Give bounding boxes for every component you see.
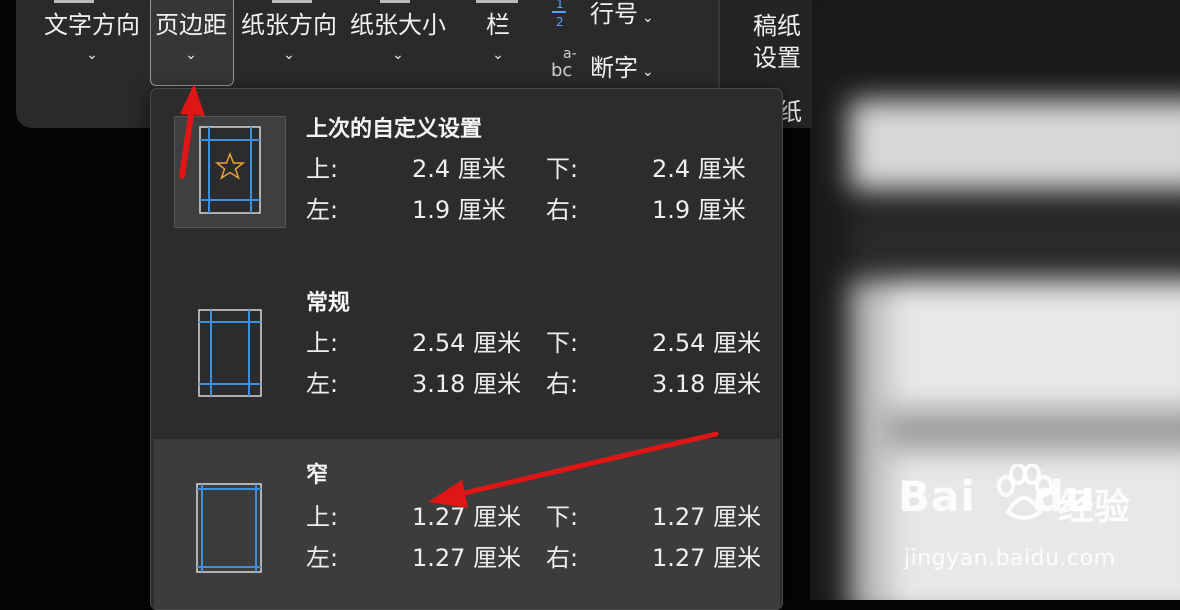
ribbon-icon-fragment [54,0,94,3]
right-label: 右: [546,196,579,224]
svg-text:bc: bc [551,60,572,80]
left-value: 1.9 厘米 [412,196,506,224]
line-numbers-icon: 1 2 [552,0,580,34]
margin-option-last-custom[interactable]: 上次的自定义设置 上: 2.4 厘米 下: 2.4 厘米 左: 1.9 厘米 右… [154,89,780,259]
paw-icon [997,464,1053,520]
page-margin-icon [199,126,261,214]
left-value: 1.27 厘米 [412,544,522,572]
margins-label: 页边距 [155,11,227,39]
hyphenation-label: 断字 [590,54,638,82]
left-label: 左: [306,196,339,224]
margins-button[interactable]: 页边距 ⌄ [152,10,230,64]
chevron-down-icon: ⌄ [642,64,654,80]
last-custom-thumbnail [174,116,286,228]
bottom-value: 2.4 厘米 [652,155,746,183]
top-value: 1.27 厘米 [412,503,522,531]
top-label: 上: [306,503,339,531]
chevron-down-icon: ⌄ [283,47,295,63]
right-value: 3.18 厘米 [652,370,762,398]
draft-paper-label-line2: 设置 [753,44,801,72]
top-label: 上: [306,155,339,183]
left-label: 左: [306,544,339,572]
margins-dropdown-menu: 上次的自定义设置 上: 2.4 厘米 下: 2.4 厘米 左: 1.9 厘米 右… [150,88,783,610]
paper-size-button[interactable]: 纸张大小 ⌄ [349,10,447,64]
left-value: 3.18 厘米 [412,370,522,398]
top-value: 2.4 厘米 [412,155,506,183]
top-value: 2.54 厘米 [412,329,522,357]
ribbon-icon-fragment [380,0,410,3]
margin-option-narrow[interactable]: 窄 上: 1.27 厘米 下: 1.27 厘米 左: 1.27 厘米 右: 1.… [154,439,780,609]
bottom-label: 下: [546,155,579,183]
chevron-down-icon: ⌄ [642,10,654,26]
ribbon-icon-fragment [272,0,312,3]
option-title: 常规 [306,291,351,316]
chevron-down-icon: ⌄ [492,47,504,63]
chevron-down-icon: ⌄ [86,47,98,63]
columns-button[interactable]: 栏 ⌄ [478,10,518,64]
text-direction-label: 文字方向 [44,11,140,39]
top-label: 上: [306,329,339,357]
option-title: 窄 [306,463,329,488]
chevron-down-icon: ⌄ [392,47,404,63]
bottom-label: 下: [546,329,579,357]
svg-text:2: 2 [556,15,564,29]
bottom-label: 下: [546,503,579,531]
option-title: 上次的自定义设置 [306,117,483,142]
bottom-value: 2.54 厘米 [652,329,762,357]
bottom-value: 1.27 厘米 [652,503,762,531]
page-margin-icon [196,483,262,573]
right-label: 右: [546,370,579,398]
baidu-jingyan-watermark: Bai du 经验 jingyan.baidu.com [898,464,1168,582]
ribbon-icon-fragment [476,0,518,3]
hyphenation-icon: a- bc [551,46,581,81]
watermark-brand: 经验 [1058,487,1131,528]
chevron-down-icon: ⌄ [185,47,197,63]
left-label: 左: [306,370,339,398]
right-value: 1.27 厘米 [652,544,762,572]
margin-option-normal[interactable]: 常规 上: 2.54 厘米 下: 2.54 厘米 左: 3.18 厘米 右: 3… [154,265,780,435]
right-label: 右: [546,544,579,572]
orientation-button[interactable]: 纸张方向 ⌄ [240,10,338,64]
page-margin-icon [198,309,262,397]
paper-size-label: 纸张大小 [350,11,446,39]
draft-paper-label-line1: 稿纸 [753,12,801,40]
orientation-label: 纸张方向 [241,11,337,39]
line-numbers-label: 行号 [590,0,638,28]
text-direction-button[interactable]: 文字方向 ⌄ [44,10,140,64]
svg-text:1: 1 [556,0,564,11]
watermark-url: jingyan.baidu.com [904,546,1116,571]
right-value: 1.9 厘米 [652,196,746,224]
line-numbers-button[interactable]: 行号 ⌄ [590,0,654,29]
columns-label: 栏 [486,11,510,39]
hyphenation-button[interactable]: 断字 ⌄ [590,48,654,83]
draft-paper-settings-button[interactable]: 稿纸 设置 [748,10,806,74]
